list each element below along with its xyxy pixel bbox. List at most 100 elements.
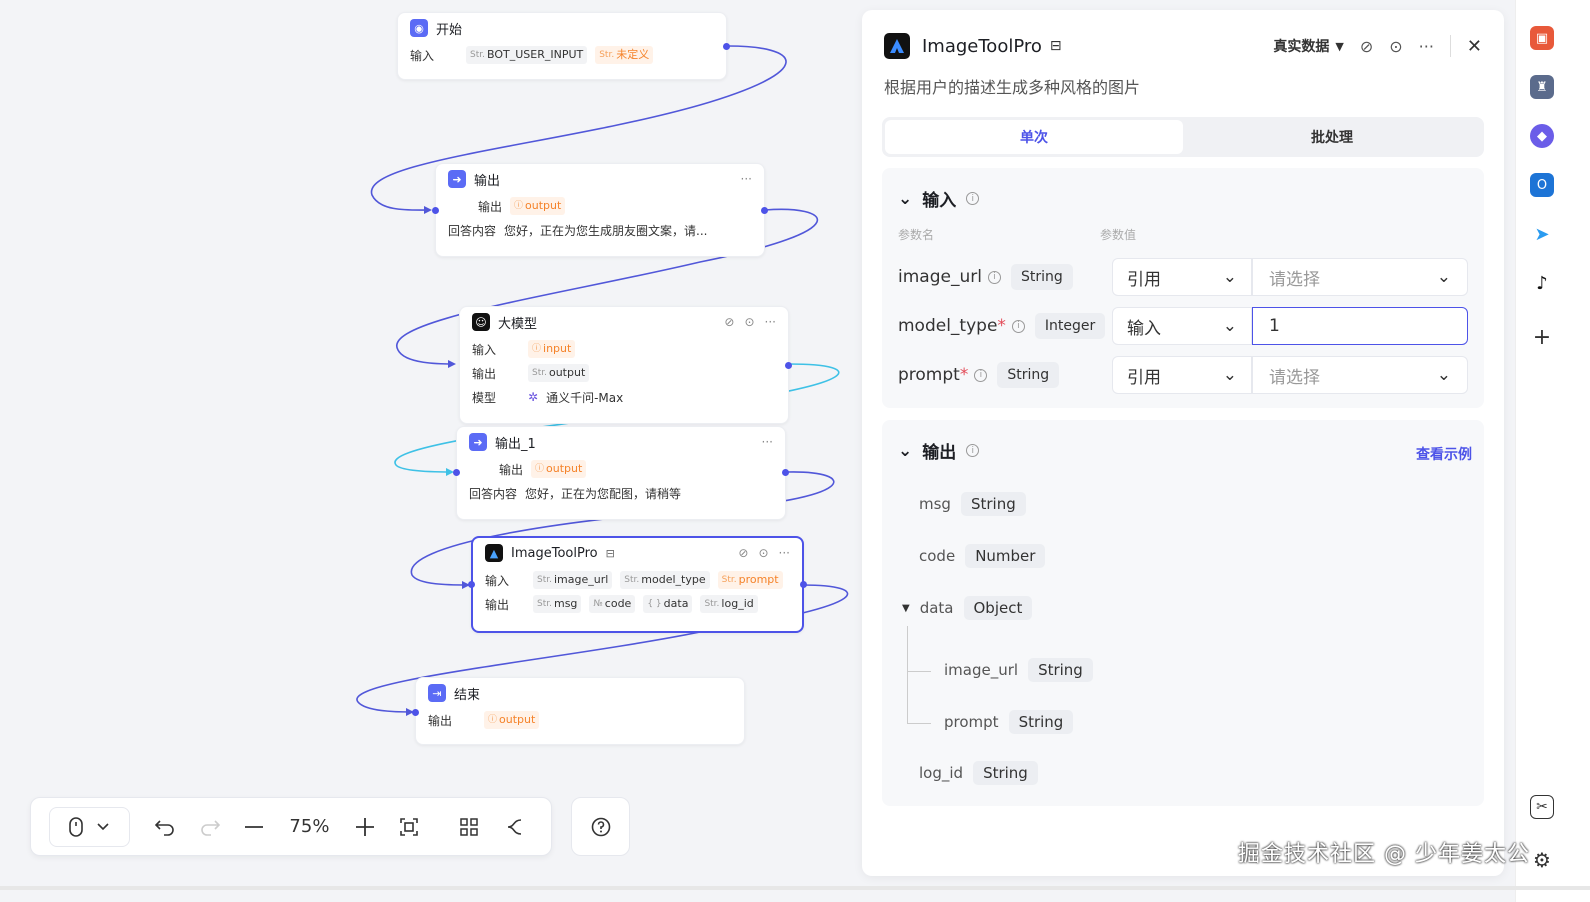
output-port[interactable]	[782, 469, 789, 476]
row-label: 输出	[485, 597, 510, 612]
param-row: image_url i String 引用 ⌄ 请选择 ⌄	[898, 257, 1468, 297]
more-icon[interactable]: ···	[1419, 37, 1434, 56]
output-section: ⌄ 输出 i 查看示例 msg String code Number ▼ data Obje…	[882, 420, 1484, 806]
toolbox-icon[interactable]: ▣	[1530, 26, 1554, 50]
param-tag: Str. output	[528, 364, 590, 382]
param-tag: Str. image_url	[533, 571, 613, 589]
row-label: 输出	[428, 713, 453, 728]
info-icon: i	[966, 192, 980, 205]
bell-off-icon[interactable]: ⊘	[724, 315, 734, 329]
answer-content: 您好，正在为您配图，请稍等	[525, 486, 682, 501]
connector-icon	[507, 818, 521, 835]
line-style-button[interactable]	[495, 807, 534, 847]
input-port[interactable]	[412, 709, 419, 716]
node-title: 输出	[474, 173, 501, 189]
param-tag: № code	[589, 595, 636, 613]
gear-icon[interactable]: ⚙	[1530, 848, 1554, 872]
run-icon[interactable]: ⊙	[744, 315, 754, 329]
chevron-down-icon: ⌄	[1222, 365, 1237, 385]
row-label: 输出	[477, 199, 502, 214]
output-port[interactable]	[800, 581, 807, 588]
param-row: model_type* i Integer 输入 ⌄ 1	[898, 306, 1468, 346]
more-icon[interactable]: ···	[765, 315, 776, 329]
imagetoolpro-logo-icon	[884, 33, 910, 59]
info-icon: i	[987, 270, 1001, 284]
row-label: 回答内容	[448, 223, 497, 238]
tree-line	[907, 723, 931, 724]
chevron-down-icon: ⌄	[898, 188, 913, 209]
input-port[interactable]	[468, 581, 475, 588]
undo-button[interactable]	[146, 807, 185, 847]
model-icon: ✲	[528, 390, 539, 404]
grid-icon	[460, 817, 478, 836]
value-mode-select[interactable]: 输入 ⌄	[1112, 307, 1252, 345]
tiktok-icon[interactable]: ♪	[1530, 271, 1554, 295]
help-icon	[591, 817, 610, 836]
tab-batch[interactable]: 批处理	[1183, 120, 1481, 154]
minus-icon	[245, 825, 264, 828]
output-port[interactable]	[785, 362, 792, 369]
node-output-1[interactable]: ➜ 输出_1 ··· 输出 ⓘ output 回答内容 您好，正在为您配图，请稍等	[453, 426, 789, 520]
close-icon[interactable]: ✕	[1467, 36, 1482, 57]
answer-content: 您好，正在为您生成朋友圈文案，请...	[504, 223, 708, 238]
model-name: 通义千问-Max	[546, 390, 624, 405]
param-tag: ⓘ input	[528, 340, 576, 358]
bell-off-icon[interactable]: ⊘	[1360, 37, 1373, 56]
node-start[interactable]: ◉ 开始 输入 Str. BOT_USER_INPUT Str. 未定义	[397, 12, 730, 80]
help-button[interactable]	[571, 797, 630, 856]
param-tag: Str. BOT_USER_INPUT	[466, 46, 588, 64]
copilot-icon[interactable]: ◆	[1530, 124, 1554, 148]
input-port[interactable]	[432, 207, 439, 214]
interaction-mode-select[interactable]	[49, 806, 130, 847]
data-mode-select[interactable]: 真实数据 ▼	[1273, 36, 1343, 56]
value-select[interactable]: 请选择 ⌄	[1252, 258, 1468, 296]
output-section-toggle[interactable]: ⌄ 输出 i	[898, 438, 980, 463]
output-field-object[interactable]: ▼ data Object	[902, 596, 1033, 620]
node-detail-panel: ImageToolPro ⊟ 真实数据 ▼ ⊘ ⊙ ··· ✕ 根据用户的描述生成…	[862, 10, 1504, 876]
fit-view-button[interactable]	[390, 807, 429, 847]
value-mode-select[interactable]: 引用 ⌄	[1112, 258, 1252, 296]
param-tag: ⓘ output	[510, 197, 566, 215]
workflow-canvas[interactable]: ◉ 开始 输入 Str. BOT_USER_INPUT Str. 未定义 ➜ 输出 ···…	[0, 0, 862, 902]
more-icon[interactable]: ···	[762, 435, 773, 449]
send-icon[interactable]: ➤	[1530, 222, 1554, 246]
col-header-name: 参数名	[898, 228, 935, 242]
node-end[interactable]: ⇥ 结束 输出 ⓘ output	[412, 677, 745, 745]
row-label: 输入	[472, 342, 497, 357]
more-icon[interactable]: ···	[779, 546, 790, 560]
node-imagetoolpro[interactable]: ▲ ImageToolPro ⊟ ⊘ ⊙ ··· 输入 Str. image_url Str…	[468, 536, 807, 633]
param-name: model_type* i	[898, 316, 1025, 336]
node-title: 结束	[454, 687, 481, 703]
zoom-in-button[interactable]	[345, 807, 384, 847]
add-icon[interactable]: +	[1530, 325, 1554, 350]
param-tag: Str. model_type	[620, 571, 710, 589]
auto-layout-button[interactable]	[450, 807, 489, 847]
outlook-icon[interactable]: O	[1530, 173, 1554, 197]
zoom-level[interactable]: 75%	[280, 816, 340, 837]
value-select[interactable]: 请选择 ⌄	[1252, 356, 1468, 394]
param-tag: { } data	[643, 595, 693, 613]
value-mode-select[interactable]: 引用 ⌄	[1112, 356, 1252, 394]
output-field-child: prompt String	[944, 710, 1074, 734]
screenshot-icon[interactable]: ✂	[1530, 795, 1554, 819]
input-section-toggle[interactable]: ⌄ 输入 i	[898, 186, 980, 211]
info-icon: i	[966, 444, 980, 457]
output-port[interactable]	[761, 207, 768, 214]
caret-down-icon: ▼	[1335, 39, 1344, 53]
chess-icon[interactable]: ♜	[1530, 75, 1554, 99]
zoom-out-button[interactable]	[235, 807, 274, 847]
run-mode-tabs: 单次 批处理	[882, 117, 1484, 157]
model-type-input[interactable]: 1	[1252, 307, 1468, 345]
more-icon[interactable]: ···	[741, 172, 752, 186]
run-icon[interactable]: ⊙	[1389, 37, 1402, 56]
output-port[interactable]	[723, 43, 730, 50]
see-example-link[interactable]: 查看示例	[1416, 444, 1472, 464]
redo-button[interactable]	[191, 807, 230, 847]
run-icon[interactable]: ⊙	[758, 546, 768, 560]
bell-off-icon[interactable]: ⊘	[738, 546, 748, 560]
input-port[interactable]	[453, 469, 460, 476]
node-output[interactable]: ➜ 输出 ··· 输出 ⓘ output 回答内容 您好，正在为您生成朋友圈文案，请...	[432, 163, 768, 257]
output-icon: ➜	[469, 433, 487, 451]
node-llm[interactable]: ☺ 大模型 ⊘ ⊙ ··· 输入 ⓘ input 输出 Str. output 模型 ✲ 通义千问-…	[459, 306, 792, 424]
tab-single[interactable]: 单次	[885, 120, 1183, 154]
